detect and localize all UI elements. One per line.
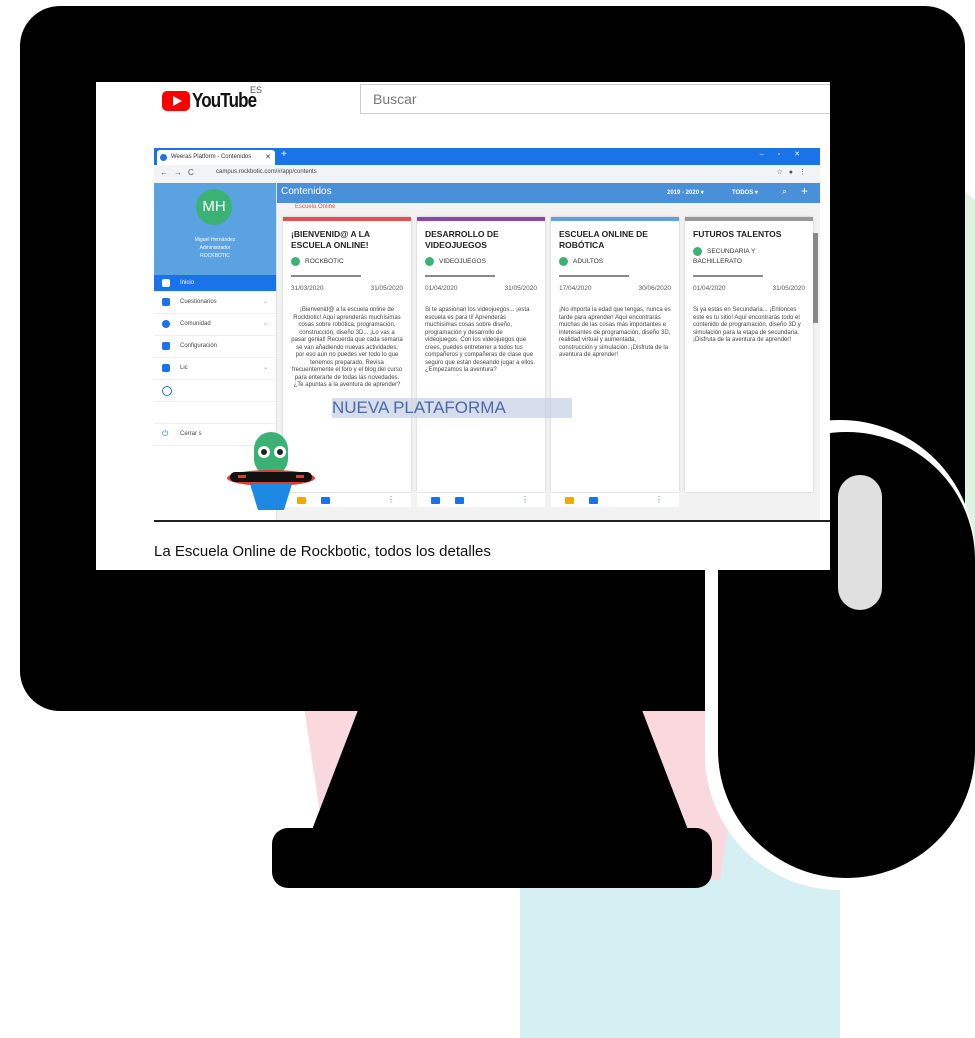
sidebar-item-extra[interactable] [154, 401, 276, 424]
video-title[interactable]: La Escuela Online de Rockbotic, todos lo… [154, 543, 491, 560]
card-start-date: 31/03/2020 [291, 285, 324, 292]
card-body: Si ya estás en Secundaria... ¡Entonces e… [693, 307, 801, 343]
card-tag: ADULTOS [559, 257, 603, 266]
window-controls-icon[interactable]: –▫✕ [760, 150, 814, 158]
tab-title: Weeras Platform - Contenidos [171, 154, 252, 160]
monitor-screen: YouTube ES Buscar Weeras Platform - Cont… [96, 82, 830, 570]
more-icon[interactable]: ⋮ [655, 495, 663, 504]
card-body: ¡Bienvenid@ a la escuela online de Rockb… [291, 307, 403, 388]
app-toolbar: Contenidos 2019 - 2020 ▾ TODOS ▾ ⌕ + [277, 183, 820, 203]
youtube-play-icon [162, 91, 190, 111]
youtube-logo-text: YouTube [192, 89, 257, 112]
card-end-date: 31/05/2020 [772, 285, 805, 292]
content-grid: Escuela Online ¡BIENVENID@ A LA ESCUELA … [277, 203, 820, 520]
user-org: ROCKBOTIC [200, 253, 230, 259]
search-icon[interactable]: ⌕ [782, 186, 787, 197]
tab-favicon-icon [160, 154, 167, 161]
chat-icon[interactable] [455, 497, 464, 504]
gear-icon [162, 342, 170, 350]
chevron-down-icon: ⌄ [262, 365, 268, 371]
card-end-date: 31/05/2020 [504, 285, 537, 292]
tab-close-icon[interactable]: ✕ [265, 150, 271, 165]
more-icon[interactable]: ⋮ [387, 495, 395, 504]
user-role: Administrador [199, 245, 231, 251]
monitor-stand [310, 705, 690, 835]
card-end-date: 31/05/2020 [370, 285, 403, 292]
card-title: ESCUELA ONLINE DE ROBÓTICA [559, 229, 648, 250]
card-end-date: 30/06/2020 [638, 285, 671, 292]
page-title: Contenidos [281, 186, 332, 197]
card-tag: SECUNDARIA Y BACHILLERATO [693, 247, 756, 266]
browser-address-bar: ←→C campus.rockbotic.com/#/app/contents … [154, 165, 820, 184]
sidebar-item-help[interactable] [154, 379, 276, 402]
robot-mascot-icon [227, 432, 315, 510]
sidebar-item-configuracion[interactable]: Configuración [154, 335, 276, 358]
card-start-date: 17/04/2020 [559, 285, 592, 292]
card-tag: ROCKBOTIC [291, 257, 344, 266]
new-tab-icon[interactable]: + [281, 149, 287, 160]
url-field[interactable]: campus.rockbotic.com/#/app/contents [216, 169, 317, 175]
sidebar-item-inicio[interactable]: Inicio [154, 275, 276, 292]
mouse-wheel [838, 475, 882, 610]
banner-strip: Escuela Online [285, 203, 413, 213]
sidebar-item-cuestionarios[interactable]: Cuestionarios ⌄ [154, 291, 276, 314]
home-icon [162, 279, 170, 287]
card-title: DESARROLLO DE VIDEOJUEGOS [425, 229, 499, 250]
card-title: FUTUROS TALENTOS [693, 229, 782, 239]
card-tag: VIDEOJUEGOS [425, 257, 486, 266]
filter-select[interactable]: TODOS ▾ [732, 189, 758, 196]
chevron-down-icon: ⌄ [262, 299, 268, 305]
help-icon [162, 386, 172, 396]
video-progress-bar[interactable] [154, 520, 830, 522]
sidebar-item-comunidad[interactable]: Comunidad ⌄ [154, 313, 276, 336]
sidebar-profile: MH Miguel Hernández Administrador ROCKBO… [154, 183, 276, 275]
course-card[interactable]: ESCUELA ONLINE DE ROBÓTICA ADULTOS 17/04… [551, 217, 679, 492]
chevron-down-icon: ⌄ [262, 321, 268, 327]
list-icon [162, 298, 170, 306]
card-start-date: 01/04/2020 [425, 285, 458, 292]
youtube-region: ES [250, 85, 263, 95]
card-actions: ⋮ [417, 493, 545, 507]
card-body: Si te apasionan los videojuegos... ¡esta… [425, 307, 536, 373]
card-actions: ⋮ [551, 493, 679, 507]
sidebar-item-licencias[interactable]: Lic ⌄ [154, 357, 276, 380]
content-scrollbar[interactable] [813, 233, 818, 323]
folder-icon[interactable] [565, 497, 574, 504]
browser-tabbar: Weeras Platform - Contenidos ✕ + –▫✕ [154, 148, 820, 165]
chat-icon[interactable] [589, 497, 598, 504]
video-frame[interactable]: Weeras Platform - Contenidos ✕ + –▫✕ ←→C… [154, 148, 820, 520]
card-start-date: 01/04/2020 [693, 285, 726, 292]
power-icon: ⏻ [162, 429, 169, 438]
status-dot-icon [425, 257, 434, 266]
avatar[interactable]: MH [196, 189, 232, 225]
status-dot-icon [693, 247, 702, 256]
youtube-header: YouTube ES Buscar [96, 82, 830, 120]
status-dot-icon [559, 257, 568, 266]
video-overlay-text: NUEVA PLATAFORMA [332, 398, 572, 418]
status-dot-icon [291, 257, 300, 266]
chat-icon[interactable] [321, 497, 330, 504]
browser-actions-icon[interactable]: ☆●⋮ [776, 168, 812, 176]
more-icon[interactable]: ⋮ [521, 495, 529, 504]
card-title: ¡BIENVENID@ A LA ESCUELA ONLINE! [291, 229, 370, 250]
browser-tab[interactable]: Weeras Platform - Contenidos ✕ [157, 150, 275, 165]
course-card[interactable]: FUTUROS TALENTOS SECUNDARIA Y BACHILLERA… [685, 217, 813, 492]
monitor-icon [162, 364, 170, 372]
year-select[interactable]: 2019 - 2020 ▾ [667, 189, 704, 196]
course-card[interactable]: DESARROLLO DE VIDEOJUEGOS VIDEOJUEGOS 01… [417, 217, 545, 492]
folder-icon[interactable] [431, 497, 440, 504]
youtube-search-input[interactable]: Buscar [360, 84, 830, 114]
community-icon [162, 320, 170, 328]
banner-fragment: Escuela Online [295, 204, 336, 210]
card-body: ¡No importa la edad que tengas, nunca es… [559, 307, 671, 358]
user-name: Miguel Hernández [194, 237, 236, 243]
monitor-base [272, 828, 712, 888]
add-icon[interactable]: + [801, 184, 808, 198]
browser-nav-icon[interactable]: ←→C [160, 168, 200, 177]
